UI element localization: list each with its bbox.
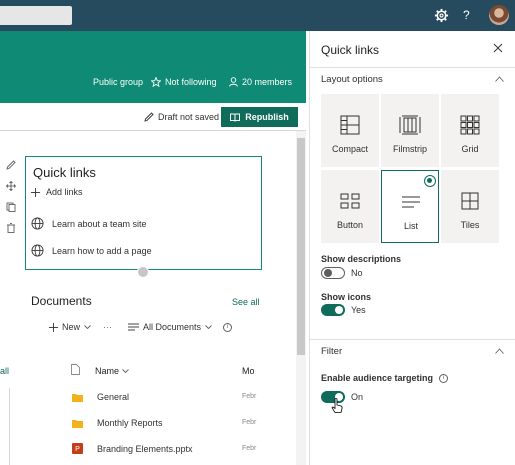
- close-icon[interactable]: [493, 43, 503, 53]
- show-icons-toggle[interactable]: [321, 304, 345, 316]
- chevron-up-icon: [495, 348, 504, 354]
- column-header-name[interactable]: Name: [95, 366, 129, 376]
- left-column-frame: [0, 388, 10, 465]
- chevron-down-icon: [121, 369, 129, 374]
- info-icon[interactable]: i: [439, 373, 449, 383]
- gear-icon[interactable]: [434, 8, 449, 23]
- svg-text:P: P: [75, 446, 80, 453]
- star-icon: [151, 77, 161, 87]
- view-selector[interactable]: All Documents: [128, 322, 212, 332]
- book-icon: [230, 113, 241, 122]
- view-list-icon: [128, 323, 140, 331]
- modified-cell: Febr: [242, 419, 257, 426]
- pane-title: Quick links: [321, 43, 380, 57]
- quick-link-item[interactable]: Learn how to add a page: [31, 244, 152, 257]
- edit-icon[interactable]: [6, 160, 16, 170]
- layout-option-grid[interactable]: Grid: [441, 94, 499, 167]
- folder-icon: [72, 419, 83, 428]
- layout-option-tiles[interactable]: Tiles: [441, 170, 499, 243]
- show-descriptions-toggle[interactable]: [321, 267, 345, 279]
- search-box[interactable]: [0, 6, 72, 25]
- modified-cell: Febr: [242, 393, 257, 400]
- chevron-down-icon: [205, 324, 212, 329]
- site-header: Public group Not following 20 members: [0, 31, 306, 103]
- info-icon[interactable]: i: [223, 322, 233, 332]
- column-header-modified[interactable]: Mo: [242, 366, 255, 376]
- documents-title: Documents: [31, 294, 92, 308]
- layout-options-header[interactable]: Layout options: [310, 67, 515, 89]
- file-type-icon: [71, 364, 80, 375]
- command-bar: Draft not saved Republish: [0, 103, 306, 131]
- audience-targeting-state: On: [351, 392, 364, 402]
- hand-cursor-icon: [331, 398, 343, 413]
- duplicate-icon[interactable]: [6, 202, 16, 212]
- toggle-knob: [324, 269, 332, 277]
- person-icon: [229, 77, 238, 87]
- add-links-button[interactable]: Add links: [31, 187, 83, 197]
- help-icon[interactable]: ?: [463, 7, 470, 23]
- avatar[interactable]: [489, 5, 509, 25]
- more-button[interactable]: ···: [103, 322, 112, 332]
- layout-option-list[interactable]: List: [381, 170, 439, 243]
- show-icons-state: Yes: [351, 305, 366, 315]
- move-icon[interactable]: [6, 181, 16, 191]
- table-row[interactable]: Monthly Reports: [72, 418, 163, 428]
- plus-icon: [31, 187, 40, 197]
- canvas-scrollbar-thumb[interactable]: [297, 138, 305, 355]
- republish-button[interactable]: Republish: [221, 107, 298, 127]
- audience-targeting-label: Enable audience targeting i: [321, 373, 449, 383]
- chevron-down-icon: [84, 324, 91, 329]
- draft-status: Draft not saved: [144, 112, 219, 122]
- layout-option-compact[interactable]: Compact: [321, 94, 379, 167]
- filmstrip-icon: [399, 115, 421, 135]
- table-row[interactable]: P Branding Elements.pptx: [72, 443, 193, 454]
- quick-links-webpart[interactable]: Quick links Add links Learn about a team…: [25, 156, 262, 278]
- toggle-knob: [335, 306, 343, 314]
- list-icon: [402, 196, 420, 208]
- folder-icon: [72, 393, 83, 402]
- tiles-icon: [461, 192, 479, 210]
- show-icons-label: Show icons: [321, 292, 372, 302]
- globe-icon: [31, 244, 44, 257]
- layout-option-filmstrip[interactable]: Filmstrip: [381, 94, 439, 167]
- plus-icon: [49, 322, 58, 332]
- new-button[interactable]: New: [49, 322, 91, 332]
- button-icon: [340, 193, 360, 209]
- powerpoint-icon: P: [72, 443, 83, 454]
- grid-icon: [460, 115, 480, 135]
- webpart-title[interactable]: Quick links: [33, 165, 96, 180]
- layout-option-button[interactable]: Button: [321, 170, 379, 243]
- members-button[interactable]: 20 members: [229, 77, 292, 87]
- suite-bar: ?: [0, 0, 515, 31]
- quick-link-item[interactable]: Learn about a team site: [31, 217, 147, 230]
- left-see-all-link[interactable]: all: [0, 366, 9, 376]
- filter-header[interactable]: Filter: [310, 339, 515, 361]
- table-row[interactable]: General: [72, 392, 129, 402]
- modified-cell: Febr: [242, 445, 257, 452]
- globe-icon: [31, 217, 44, 230]
- selected-indicator: [424, 175, 436, 187]
- see-all-link[interactable]: See all: [232, 297, 260, 307]
- pencil-icon: [144, 112, 154, 122]
- delete-icon[interactable]: [6, 223, 16, 233]
- show-descriptions-label: Show descriptions: [321, 254, 402, 264]
- follow-button[interactable]: Not following: [151, 77, 217, 87]
- group-type: Public group: [93, 77, 144, 87]
- add-section-handle[interactable]: [137, 266, 149, 278]
- documents-toolbar: New ··· All Documents i: [49, 322, 233, 332]
- show-descriptions-state: No: [351, 268, 363, 278]
- chevron-up-icon: [495, 76, 504, 82]
- compact-icon: [340, 115, 360, 135]
